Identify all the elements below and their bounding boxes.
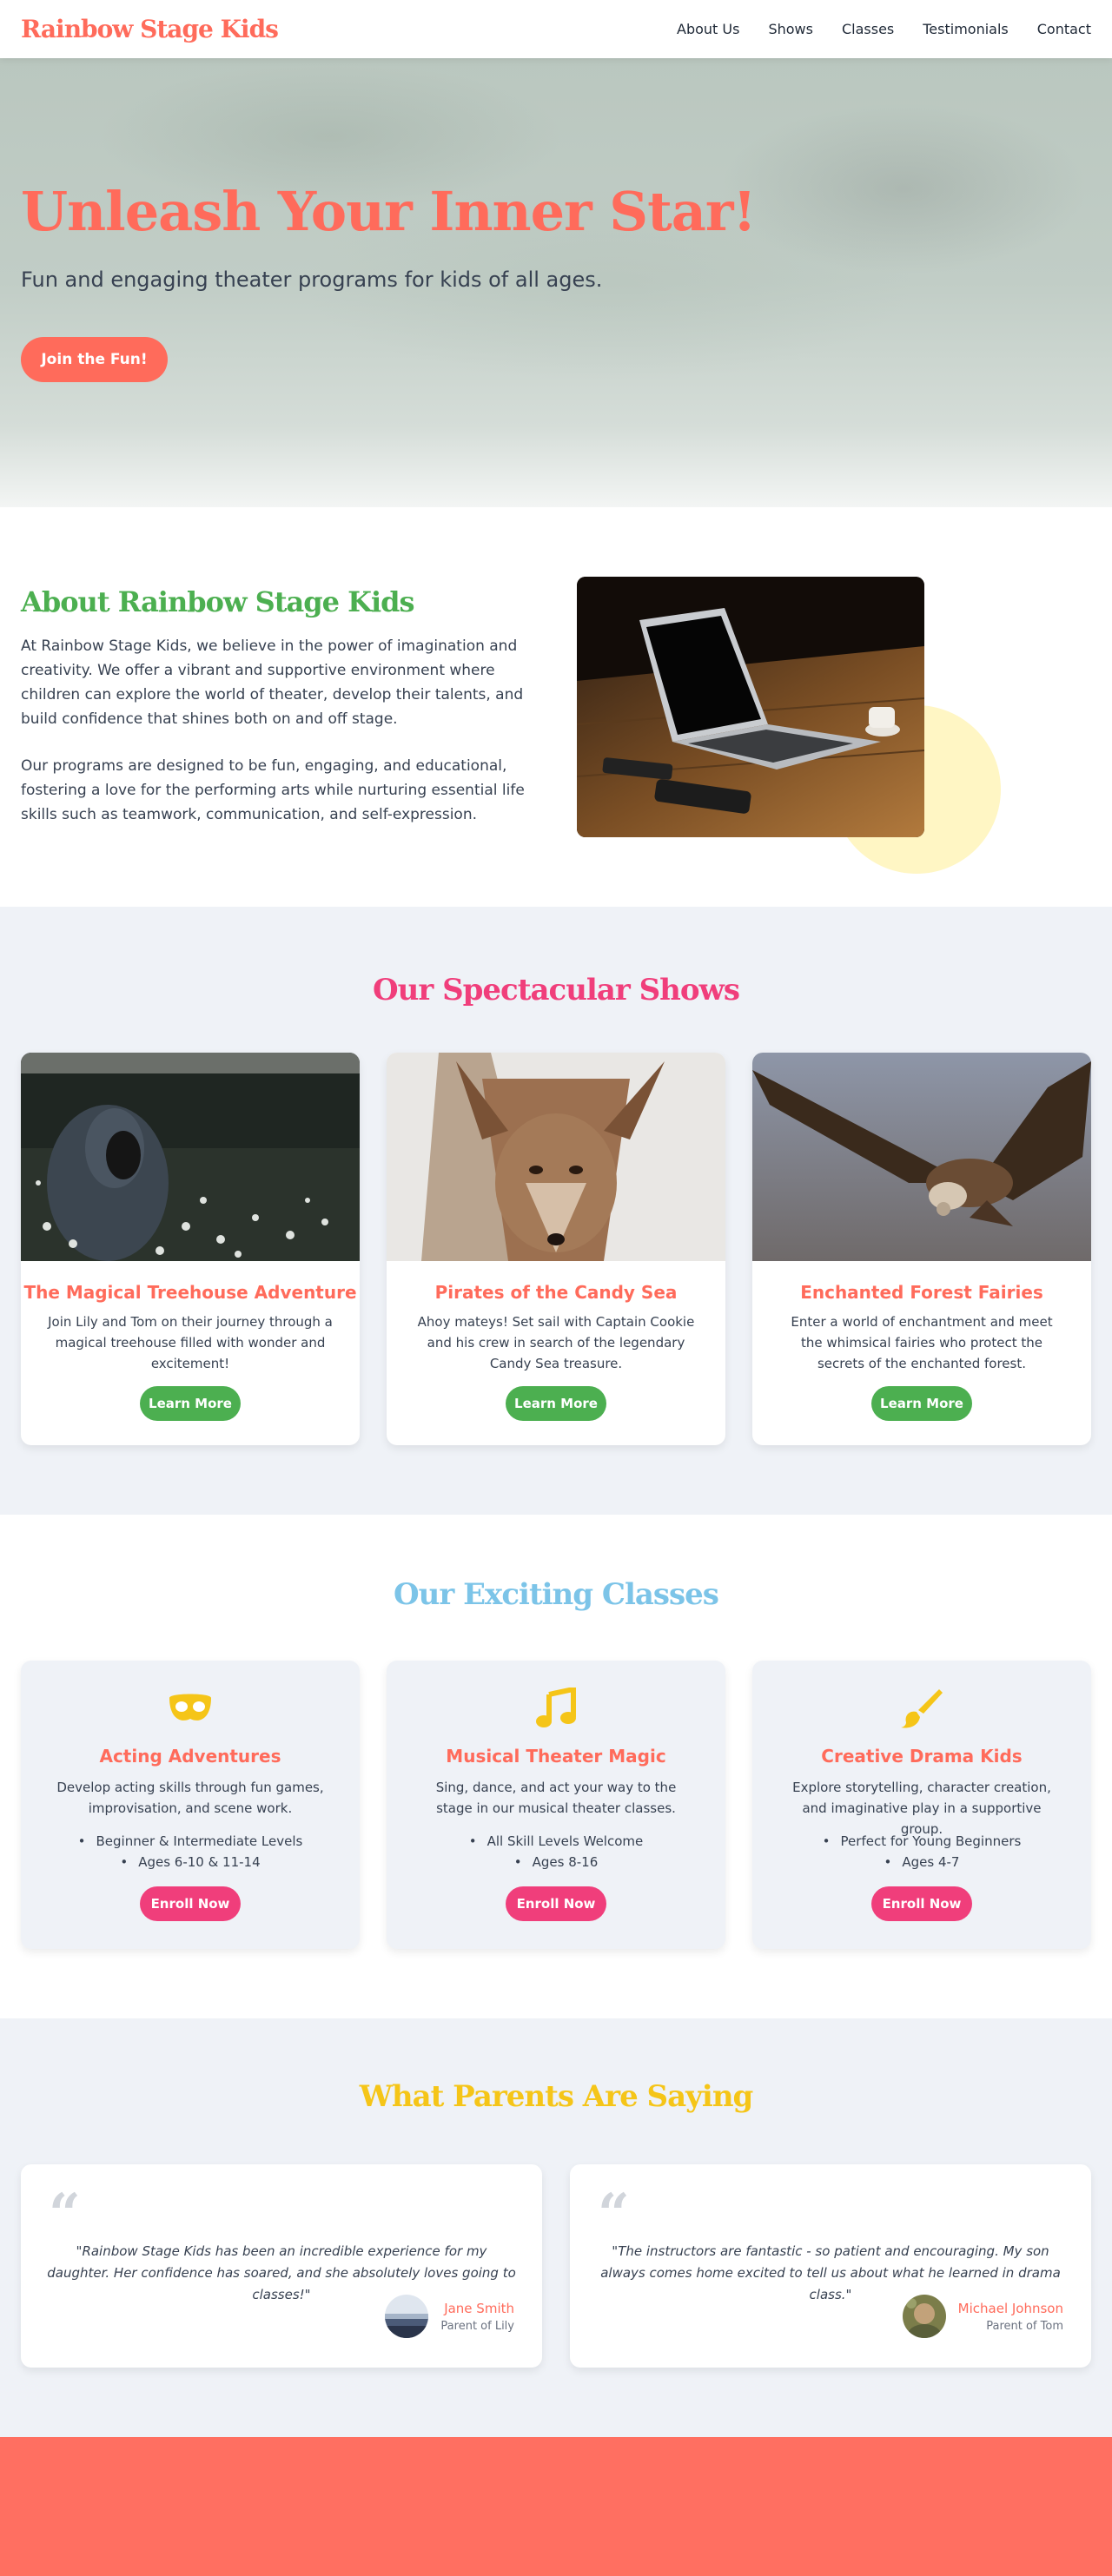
hero-title: Unleash Your Inner Star! <box>21 180 757 243</box>
class-details: All Skill Levels Welcome Ages 8-16 <box>387 1831 725 1873</box>
laptop-photo <box>577 577 924 837</box>
class-title: Creative Drama Kids <box>821 1746 1023 1767</box>
testimonials-title: What Parents Are Saying <box>359 2079 754 2114</box>
show-card: Pirates of the Candy Sea Ahoy mateys! Se… <box>387 1053 725 1445</box>
testimonials-section: What Parents Are Saying “ "Rainbow Stage… <box>0 2018 1112 2437</box>
class-card: Creative Drama Kids Explore storytelling… <box>752 1661 1091 1949</box>
testimonial-author: Jane Smith Parent of Lily <box>385 2295 514 2338</box>
avatar <box>902 2295 946 2338</box>
class-detail-item: Beginner & Intermediate Levels <box>21 1831 360 1852</box>
show-image-coyote <box>387 1053 725 1261</box>
testimonial-card: “ "Rainbow Stage Kids has been an incred… <box>21 2164 542 2368</box>
show-title: The Magical Treehouse Adventure <box>23 1282 357 1303</box>
class-details: Perfect for Young Beginners Ages 4-7 <box>752 1831 1091 1873</box>
brand-logo[interactable]: Rainbow Stage Kids <box>21 15 279 43</box>
nav-shows[interactable]: Shows <box>768 21 813 37</box>
quote-icon: “ <box>49 2182 81 2247</box>
about-paragraph-1: At Rainbow Stage Kids, we believe in the… <box>21 637 524 728</box>
learn-more-button[interactable]: Learn More <box>506 1386 606 1421</box>
site-header: Rainbow Stage Kids About Us Shows Classe… <box>0 0 1112 58</box>
avatar <box>385 2295 429 2338</box>
author-role: Parent of Tom <box>986 2319 1063 2333</box>
quote-icon: “ <box>598 2182 630 2247</box>
enroll-now-button[interactable]: Enroll Now <box>140 1886 241 1921</box>
class-card: Acting Adventures Develop acting skills … <box>21 1661 360 1949</box>
class-detail-item: Ages 4-7 <box>752 1852 1091 1873</box>
class-details: Beginner & Intermediate Levels Ages 6-10… <box>21 1831 360 1873</box>
nav-about-us[interactable]: About Us <box>677 21 739 37</box>
mask-icon <box>164 1687 216 1730</box>
class-title: Acting Adventures <box>99 1746 281 1767</box>
class-description: Develop acting skills through fun games,… <box>56 1780 324 1816</box>
about-section: About Rainbow Stage Kids At Rainbow Stag… <box>0 507 1112 907</box>
testimonial-card: “ "The instructors are fantastic - so pa… <box>570 2164 1091 2368</box>
class-card: Musical Theater Magic Sing, dance, and a… <box>387 1661 725 1949</box>
author-role: Parent of Lily <box>440 2319 514 2333</box>
main-nav: About Us Shows Classes Testimonials Cont… <box>677 21 1091 37</box>
music-note-icon <box>530 1687 582 1730</box>
about-title: About Rainbow Stage Kids <box>21 585 414 618</box>
show-title: Pirates of the Candy Sea <box>434 1282 678 1303</box>
classes-section: Our Exciting Classes Acting Adventures D… <box>0 1515 1112 2018</box>
learn-more-button[interactable]: Learn More <box>140 1386 241 1421</box>
class-description: Sing, dance, and act your way to the sta… <box>435 1780 677 1816</box>
nav-testimonials[interactable]: Testimonials <box>923 21 1009 37</box>
enroll-now-button[interactable]: Enroll Now <box>871 1886 972 1921</box>
class-detail-item: Ages 8-16 <box>387 1852 725 1873</box>
nav-contact[interactable]: Contact <box>1037 21 1091 37</box>
show-image-hooded-person <box>21 1053 360 1261</box>
show-card: The Magical Treehouse Adventure Join Lil… <box>21 1053 360 1445</box>
learn-more-button[interactable]: Learn More <box>871 1386 972 1421</box>
show-card: Enchanted Forest Fairies Enter a world o… <box>752 1053 1091 1445</box>
testimonial-author: Michael Johnson Parent of Tom <box>902 2295 1063 2338</box>
join-the-fun-button[interactable]: Join the Fun! <box>21 337 168 382</box>
class-title: Musical Theater Magic <box>446 1746 666 1767</box>
hero-subtitle: Fun and engaging theater programs for ki… <box>21 268 603 292</box>
shows-title: Our Spectacular Shows <box>373 973 740 1007</box>
class-detail-item: All Skill Levels Welcome <box>387 1831 725 1852</box>
classes-title: Our Exciting Classes <box>394 1577 719 1612</box>
show-description: Enter a world of enchantment and meet th… <box>791 1314 1053 1371</box>
author-name: Michael Johnson <box>957 2300 1063 2316</box>
enroll-now-button[interactable]: Enroll Now <box>506 1886 606 1921</box>
show-description: Ahoy mateys! Set sail with Captain Cooki… <box>417 1314 695 1371</box>
shows-section: Our Spectacular Shows The Magical Treeho… <box>0 907 1112 1515</box>
paintbrush-icon <box>896 1687 948 1730</box>
class-detail-item: Ages 6-10 & 11-14 <box>21 1852 360 1873</box>
author-name: Jane Smith <box>444 2300 514 2316</box>
show-description: Join Lily and Tom on their journey throu… <box>48 1314 333 1371</box>
show-image-vulture <box>752 1053 1091 1261</box>
class-detail-item: Perfect for Young Beginners <box>752 1831 1091 1852</box>
nav-classes[interactable]: Classes <box>842 21 894 37</box>
about-paragraph-2: Our programs are designed to be fun, eng… <box>21 757 525 823</box>
site-footer <box>0 2437 1112 2576</box>
show-title: Enchanted Forest Fairies <box>800 1282 1043 1303</box>
hero-section: Unleash Your Inner Star! Fun and engagin… <box>0 58 1112 507</box>
